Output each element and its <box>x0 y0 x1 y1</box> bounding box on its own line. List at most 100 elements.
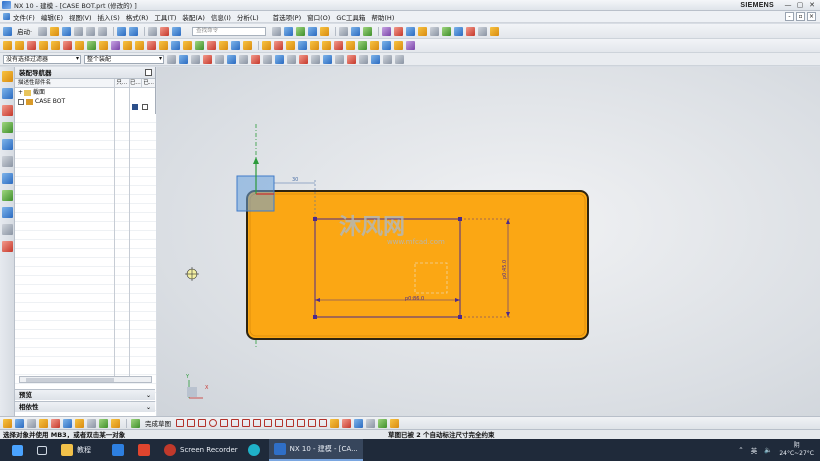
start-button[interactable] <box>0 439 32 461</box>
scrollbar-thumb[interactable] <box>26 378 114 382</box>
close-button[interactable]: ✕ <box>806 1 818 10</box>
constraint-icon[interactable] <box>342 418 351 428</box>
roles-tab-icon[interactable] <box>2 224 13 235</box>
polygon-tool-icon[interactable] <box>264 419 272 427</box>
move-face-icon[interactable] <box>358 41 367 50</box>
sketch-relations-icon[interactable] <box>87 418 96 428</box>
shaded-icon[interactable] <box>320 26 330 36</box>
save-icon[interactable] <box>62 26 72 36</box>
doc-restore-button[interactable]: ▫ <box>796 12 805 21</box>
replace-face-icon[interactable] <box>370 41 379 50</box>
preview-panel-header[interactable]: 预览 ⌄ <box>15 389 155 400</box>
assembly-navigator-tab-icon[interactable] <box>2 71 13 82</box>
sew-icon[interactable] <box>274 41 283 50</box>
tree-row-sections[interactable]: + 截面 <box>15 88 155 97</box>
menu-assembly[interactable]: 装配(A) <box>182 12 205 22</box>
taskbar-app-red[interactable] <box>133 439 159 461</box>
layer-icon[interactable] <box>363 26 373 36</box>
trim-body-icon[interactable] <box>231 41 240 50</box>
rotate-icon[interactable] <box>296 26 306 36</box>
selection-scope-select[interactable]: 整个装配 <box>84 54 164 64</box>
hole-icon[interactable] <box>39 41 48 50</box>
arc-tool-icon[interactable] <box>198 419 206 427</box>
subtract-icon[interactable] <box>123 41 132 50</box>
menu-insert[interactable]: 插入(S) <box>98 12 120 22</box>
sketch-reattach-icon[interactable] <box>15 418 24 428</box>
convert-reference-icon[interactable] <box>378 418 387 428</box>
extract-icon[interactable] <box>346 41 355 50</box>
menu-info[interactable]: 信息(I) <box>211 12 231 22</box>
draft-icon[interactable] <box>183 41 192 50</box>
snap-icon[interactable] <box>454 26 464 36</box>
type-filter-select[interactable]: 没有选择过滤器 <box>3 54 81 64</box>
offset-curve-tool-icon[interactable] <box>286 419 294 427</box>
menu-preferences[interactable]: 首选项(P) <box>273 12 302 22</box>
snap-endpoint-icon[interactable] <box>215 54 224 64</box>
resize-blend-icon[interactable] <box>394 41 403 50</box>
groove-icon[interactable] <box>99 41 108 50</box>
snap-arc-center-icon[interactable] <box>371 54 380 64</box>
doc-minimize-button[interactable]: - <box>785 12 794 21</box>
corner-tool-icon[interactable] <box>319 419 327 427</box>
menu-help[interactable]: 帮助(H) <box>371 12 394 22</box>
swept-icon[interactable] <box>298 41 307 50</box>
vertical-dimension-label[interactable]: p0:45.0 <box>502 260 508 279</box>
snap-pole-icon[interactable] <box>335 54 344 64</box>
thicken-icon[interactable] <box>262 41 271 50</box>
sketch-display-icon[interactable] <box>99 418 108 428</box>
part-navigator-tab-icon[interactable] <box>2 105 13 116</box>
select-all-icon[interactable] <box>167 54 176 64</box>
reset-filter-icon[interactable] <box>179 54 188 64</box>
analysis-icon[interactable] <box>382 26 392 36</box>
snap-intersection-icon[interactable] <box>251 54 260 64</box>
hd3d-tools-tab-icon[interactable] <box>2 139 13 150</box>
split-icon[interactable] <box>243 41 252 50</box>
measure-icon[interactable] <box>394 26 404 36</box>
synchronous-icon[interactable] <box>406 41 415 50</box>
sketch-icon[interactable] <box>3 41 12 50</box>
view-orient-icon[interactable] <box>351 26 361 36</box>
snap-midpoint-icon[interactable] <box>227 54 236 64</box>
render-icon[interactable] <box>490 26 500 36</box>
sketch-task-icon[interactable] <box>39 418 48 428</box>
horizontal-dimension-label[interactable]: p0:86.0 <box>405 296 424 302</box>
rapid-dimension-icon[interactable] <box>330 418 339 428</box>
menu-edit[interactable]: 编辑(E) <box>41 12 63 22</box>
bounded-plane-icon[interactable] <box>322 41 331 50</box>
snap-control-icon[interactable] <box>239 54 248 64</box>
graphics-window[interactable]: 30 p0:86.0 p0:45.0 沐风网 www.mfcad.com X Y <box>157 67 820 416</box>
deselect-icon[interactable] <box>191 54 200 64</box>
menu-window[interactable]: 窗口(O) <box>307 12 330 22</box>
fit-icon[interactable] <box>272 26 282 36</box>
taskbar-nx[interactable]: NX 10 - 建模 - [CA... <box>268 439 363 461</box>
pad-icon[interactable] <box>75 41 84 50</box>
maximize-button[interactable]: ▢ <box>794 1 806 10</box>
menu-icon[interactable] <box>3 13 10 20</box>
taskbar-screen-recorder[interactable]: Screen Recorder <box>159 439 243 461</box>
alternate-solution-icon[interactable] <box>390 418 399 428</box>
rectangle-tool-icon[interactable] <box>242 419 250 427</box>
zoom-icon[interactable] <box>284 26 294 36</box>
task-view-button[interactable] <box>32 439 56 461</box>
open-icon[interactable] <box>50 26 60 36</box>
hide-icon[interactable] <box>430 26 440 36</box>
navigator-horizontal-scrollbar[interactable] <box>19 376 152 383</box>
undo-icon[interactable] <box>117 26 127 36</box>
snap-on-curve-icon[interactable] <box>299 54 308 64</box>
finish-sketch-button[interactable]: 完成草图 <box>131 418 171 428</box>
slot-icon[interactable] <box>87 41 96 50</box>
chamfer-icon[interactable] <box>159 41 168 50</box>
start-button[interactable]: 启动· <box>3 26 32 36</box>
unite-icon[interactable] <box>111 41 120 50</box>
web-browser-tab-icon[interactable] <box>2 156 13 167</box>
cut-icon[interactable] <box>74 26 84 36</box>
taskbar-folder[interactable]: 教程 <box>56 439 96 461</box>
doc-close-button[interactable]: × <box>807 12 816 21</box>
shell-icon[interactable] <box>171 41 180 50</box>
snap-settings-icon[interactable] <box>395 54 404 64</box>
column-readonly[interactable]: 只... <box>115 79 130 87</box>
sketch-profile-icon[interactable] <box>111 418 120 428</box>
menu-gc-toolbox[interactable]: GC工具箱 <box>336 12 365 22</box>
sketch-orient-icon[interactable] <box>3 418 12 428</box>
taskbar-app-blue[interactable] <box>96 439 133 461</box>
